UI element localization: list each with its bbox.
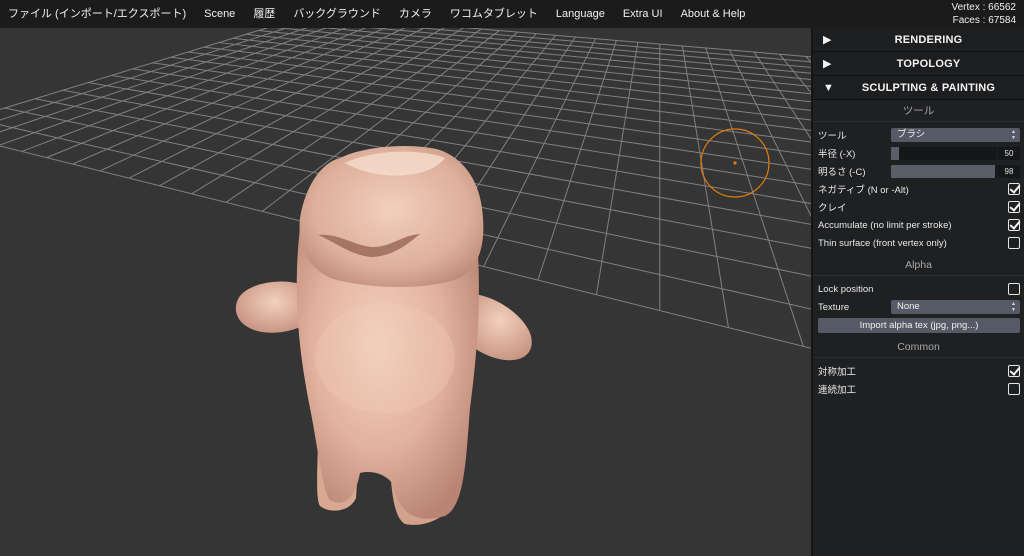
collapse-arrow-icon: ▼ (823, 82, 834, 94)
radius-value[interactable]: 50 (998, 146, 1020, 160)
continuous-checkbox[interactable] (1008, 383, 1020, 395)
symmetry-row: 対称加工 (813, 362, 1024, 380)
menu-wacom[interactable]: ワコムタブレット (441, 0, 547, 28)
tool-select[interactable]: ブラシ ▲ ▼ (891, 128, 1020, 142)
viewport-canvas[interactable] (0, 28, 811, 556)
mesh-belly-shade (315, 303, 455, 413)
grid-line (753, 51, 811, 140)
mesh-left-arm (235, 281, 306, 333)
menu-scene[interactable]: Scene (195, 0, 244, 28)
select-caret-icon: ▲ ▼ (1011, 129, 1016, 141)
thin-surface-label: Thin surface (front vertex only) (818, 237, 947, 249)
tool-select-value: ブラシ (897, 129, 926, 140)
face-count: Faces : 67584 (952, 15, 1016, 26)
intensity-row: 明るさ (-C) 98 (813, 162, 1024, 180)
intensity-slider-fill (891, 164, 995, 178)
expand-arrow-icon: ▶ (823, 58, 832, 70)
subheader-common: Common (813, 336, 1024, 358)
section-rendering[interactable]: ▶ RENDERING (813, 28, 1024, 52)
lock-position-checkbox[interactable] (1008, 283, 1020, 295)
accumulate-label: Accumulate (no limit per stroke) (818, 219, 952, 231)
negative-checkbox[interactable] (1008, 183, 1020, 195)
continuous-label: 連続加工 (818, 385, 857, 396)
subheader-alpha: Alpha (813, 254, 1024, 276)
grid-line (705, 47, 804, 347)
texture-select-value: None (897, 301, 920, 312)
mesh-stats: Vertex : 66562 Faces : 67584 (952, 1, 1017, 27)
accumulate-row: Accumulate (no limit per stroke) (813, 216, 1024, 234)
lock-position-row: Lock position (813, 280, 1024, 298)
lock-position-label: Lock position (818, 283, 874, 295)
3d-viewport[interactable] (0, 28, 811, 556)
section-topology[interactable]: ▶ TOPOLOGY (813, 52, 1024, 76)
clay-row: クレイ (813, 198, 1024, 216)
grid-line (779, 53, 811, 94)
menu-background[interactable]: バックグラウンド (284, 0, 390, 28)
negative-label: ネガティブ (N or -Alt) (818, 185, 909, 196)
texture-select[interactable]: None ▲ ▼ (891, 300, 1020, 314)
thin-surface-row: Thin surface (front vertex only) (813, 234, 1024, 252)
section-title: RENDERING (894, 33, 963, 46)
import-alpha-button[interactable]: Import alpha tex (jpg, png...) (818, 317, 1020, 333)
menu-file[interactable]: ファイル (インポート/エクスポート) (0, 0, 195, 28)
accumulate-checkbox[interactable] (1008, 219, 1020, 231)
menu-camera[interactable]: カメラ (390, 0, 441, 28)
grid-line (21, 28, 347, 152)
symmetry-label: 対称加工 (818, 367, 857, 378)
vertex-count: Vertex : 66562 (951, 2, 1017, 13)
radius-row: 半径 (-X) 50 (813, 144, 1024, 162)
menu-about-help[interactable]: About & Help (672, 0, 755, 28)
subheader-tool: ツール (813, 100, 1024, 122)
clay-checkbox[interactable] (1008, 201, 1020, 213)
section-title: TOPOLOGY (896, 57, 961, 70)
intensity-value[interactable]: 98 (998, 164, 1020, 178)
select-caret-icon: ▲ ▼ (1011, 301, 1016, 313)
radius-slider-fill (891, 146, 900, 160)
thin-surface-checkbox[interactable] (1008, 237, 1020, 249)
menu-language[interactable]: Language (547, 0, 614, 28)
continuous-row: 連続加工 (813, 380, 1024, 398)
clay-label: クレイ (818, 203, 847, 214)
import-alpha-row: Import alpha tex (jpg, png...) (813, 316, 1024, 334)
texture-row: Texture None ▲ ▼ (813, 298, 1024, 316)
side-panel: ▶ RENDERING ▶ TOPOLOGY ▼ SCULPTING & PAI… (811, 28, 1024, 556)
tool-row: ツール ブラシ ▲ ▼ (813, 126, 1024, 144)
menu-history[interactable]: 履歴 (244, 0, 284, 28)
top-menu-bar: ファイル (インポート/エクスポート) Scene 履歴 バックグラウンド カメ… (0, 0, 1024, 28)
grid-line (0, 28, 289, 121)
intensity-slider[interactable] (891, 164, 997, 178)
menu-extra-ui[interactable]: Extra UI (614, 0, 672, 28)
grid-line (483, 38, 597, 267)
section-sculpting-painting[interactable]: ▼ SCULPTING & PAINTING (813, 76, 1024, 100)
expand-arrow-icon: ▶ (823, 34, 832, 46)
symmetry-checkbox[interactable] (1008, 365, 1020, 377)
sculpt-mesh[interactable] (235, 146, 532, 525)
negative-row: ネガティブ (N or -Alt) (813, 180, 1024, 198)
radius-slider[interactable] (891, 146, 997, 160)
section-title: SCULPTING & PAINTING (861, 81, 996, 94)
